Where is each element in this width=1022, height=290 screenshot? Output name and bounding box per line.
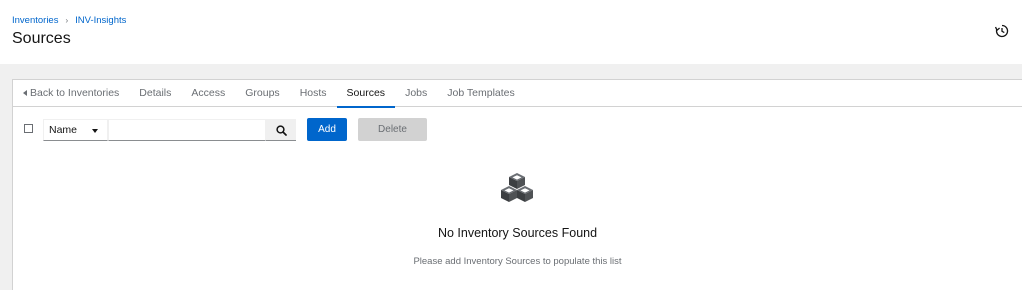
- cubes-icon: [499, 172, 535, 204]
- filter-key-value: Name: [49, 124, 78, 136]
- search-icon: [276, 125, 287, 136]
- tab-groups[interactable]: Groups: [235, 80, 289, 107]
- tab-hosts[interactable]: Hosts: [290, 80, 337, 107]
- empty-state-title: No Inventory Sources Found: [437, 226, 598, 240]
- caret-down-icon: [92, 129, 98, 133]
- toolbar: Name Add Delete: [13, 118, 513, 141]
- tab-back-to-inventories[interactable]: Back to Inventories: [13, 80, 129, 107]
- select-all-checkbox[interactable]: [24, 124, 33, 133]
- tab-bar: Back to Inventories Details Access Group…: [13, 80, 1022, 108]
- page-title: Sources: [12, 30, 71, 47]
- delete-button[interactable]: Delete: [358, 118, 427, 141]
- breadcrumb-inventories-link[interactable]: Inventories: [12, 15, 58, 26]
- history-icon[interactable]: [994, 24, 1009, 38]
- breadcrumb-inventory-link[interactable]: INV-Insights: [75, 15, 126, 26]
- breadcrumb-separator: ›: [65, 16, 69, 25]
- tab-jobs[interactable]: Jobs: [395, 80, 437, 107]
- sources-card: Back to Inventories Details Access Group…: [12, 79, 1022, 290]
- empty-state-body: Please add Inventory Sources to populate…: [413, 256, 622, 267]
- tab-sources[interactable]: Sources: [336, 80, 396, 108]
- tab-job-templates[interactable]: Job Templates: [437, 80, 525, 107]
- tab-label: Back to Inventories: [30, 87, 120, 99]
- filter-key-select[interactable]: Name: [43, 119, 108, 141]
- page-header: Inventories › INV-Insights Sources: [0, 0, 1022, 64]
- breadcrumb: Inventories › INV-Insights: [12, 15, 126, 26]
- search-button[interactable]: [266, 119, 296, 141]
- caret-left-icon: [23, 90, 27, 96]
- tab-access[interactable]: Access: [181, 80, 235, 107]
- search-input[interactable]: [108, 119, 266, 141]
- tab-details[interactable]: Details: [129, 80, 181, 107]
- add-button[interactable]: Add: [307, 118, 347, 141]
